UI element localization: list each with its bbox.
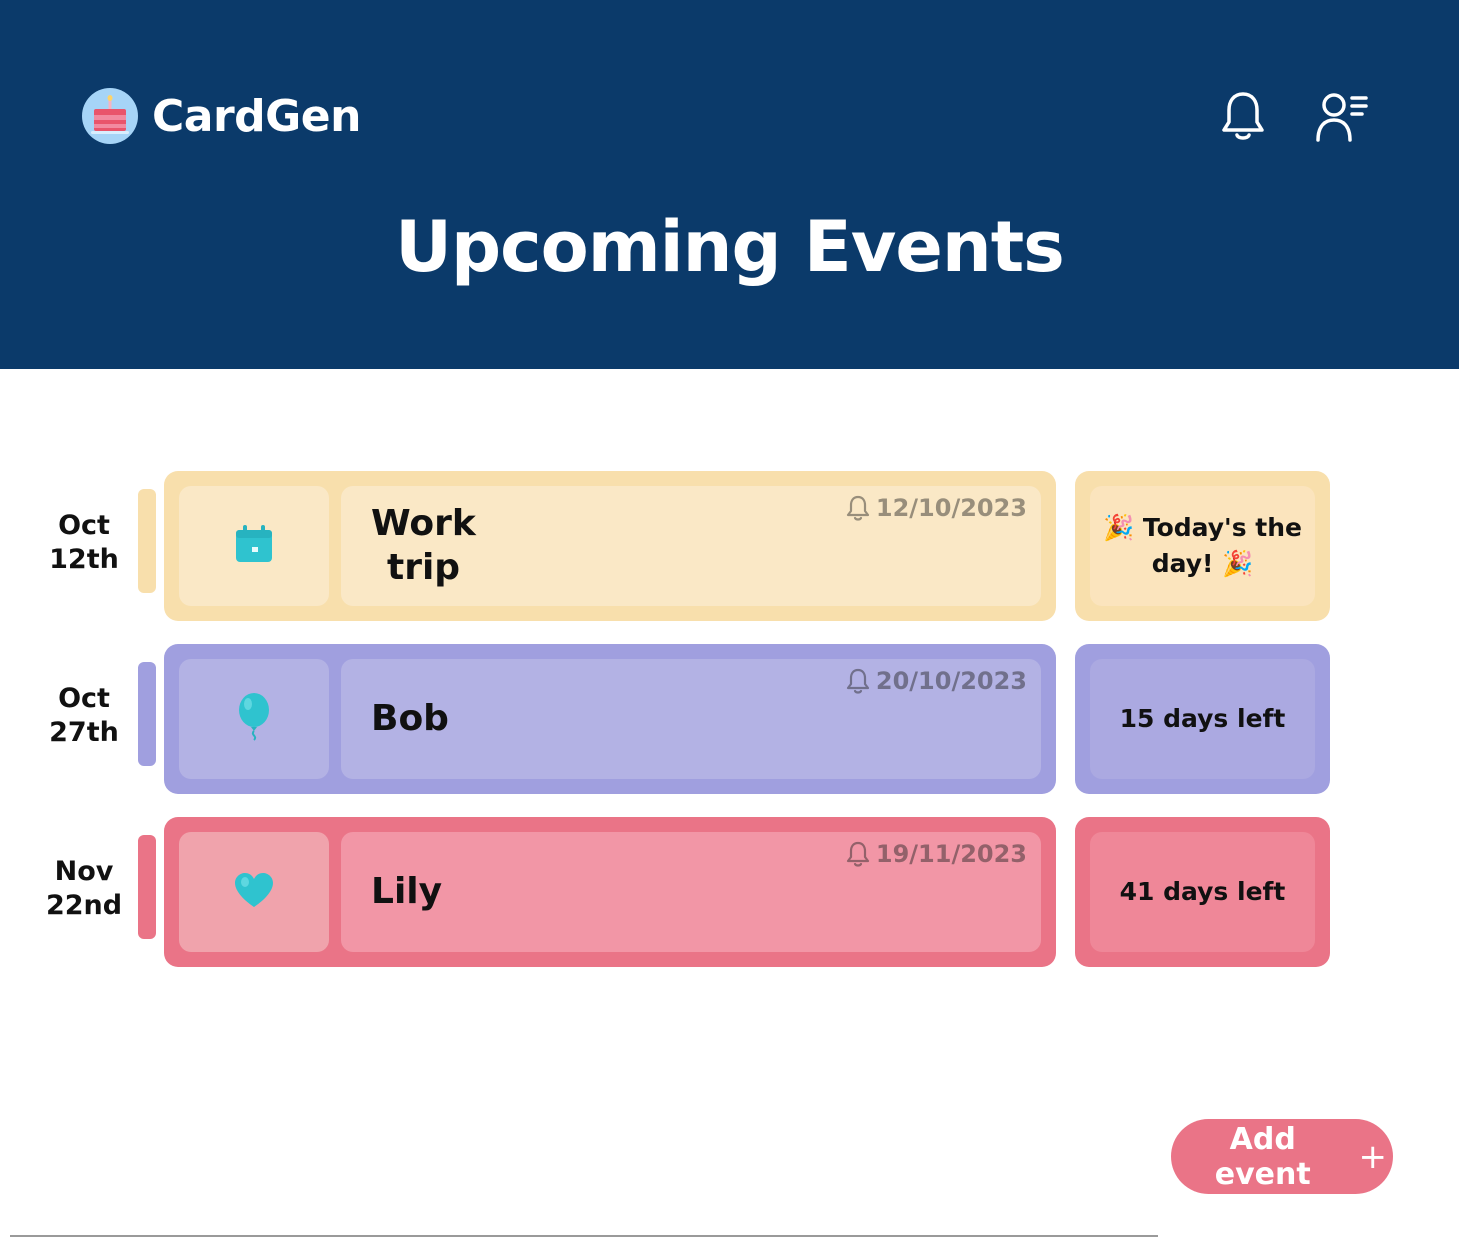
event-reminder-date: 19/11/2023 [875,840,1027,868]
event-row-work-trip: Oct 12th Work trip 12/10/2023 🎉 Today's … [0,471,1459,621]
event-icon-box [179,832,329,952]
event-icon-box [179,659,329,779]
event-card[interactable]: Bob 20/10/2023 [164,644,1056,794]
event-date-month: Nov [54,856,114,887]
event-color-stripe [138,662,156,766]
add-event-label: Add event [1214,1121,1311,1192]
event-reminder-date: 12/10/2023 [875,494,1027,522]
bell-icon [846,495,869,521]
event-reminder: 20/10/2023 [846,667,1027,695]
party-popper-icon: 🎉 [1102,513,1135,542]
event-name: Lily [371,871,443,912]
plus-icon: + [1358,1136,1388,1177]
event-color-stripe [138,835,156,939]
event-date: Nov 22nd [34,855,134,923]
event-date-day: 22nd [45,890,123,921]
countdown-label: 🎉 Today's the day! 🎉 [1090,486,1315,606]
event-date-month: Oct [58,510,110,541]
add-event-button[interactable]: Add event + [1171,1119,1393,1194]
event-row-bob: Oct 27th Bob 20/10/2023 15 days left [0,644,1459,794]
event-name-line: Work [371,503,476,544]
brand[interactable]: CardGen [82,88,361,144]
event-name-box: Work trip 12/10/2023 [341,486,1041,606]
event-name: Bob [371,698,449,739]
countdown-card: 41 days left [1075,817,1330,967]
balloon-icon [236,693,272,745]
event-name-line: trip [387,547,461,588]
page-title: Upcoming Events [395,206,1065,288]
event-name-box: Bob 20/10/2023 [341,659,1041,779]
event-icon-box [179,486,329,606]
party-popper-icon: 🎉 [1222,549,1254,578]
event-name-box: Lily 19/11/2023 [341,832,1041,952]
event-card[interactable]: Work trip 12/10/2023 [164,471,1056,621]
event-color-stripe [138,489,156,593]
bell-icon [846,668,869,694]
event-date: Oct 27th [34,682,134,750]
event-date-day: 27th [49,717,119,748]
user-menu-icon[interactable] [1314,88,1370,144]
bell-icon[interactable] [1215,88,1271,144]
event-reminder: 12/10/2023 [846,494,1027,522]
event-row-lily: Nov 22nd Lily 19/11/2023 41 days left [0,817,1459,967]
countdown-label: 41 days left [1090,832,1315,952]
countdown-card: 🎉 Today's the day! 🎉 [1075,471,1330,621]
event-reminder: 19/11/2023 [846,840,1027,868]
bell-icon [846,841,869,867]
event-date: Oct 12th [34,509,134,577]
event-date-month: Oct [58,683,110,714]
brand-name: CardGen [152,90,361,142]
heart-icon [234,872,274,912]
countdown-label: 15 days left [1090,659,1315,779]
event-reminder-date: 20/10/2023 [875,667,1027,695]
event-name: Work trip [371,502,476,590]
calendar-icon [235,525,273,567]
event-date-day: 12th [49,544,119,575]
cake-logo-icon [82,88,138,144]
event-card[interactable]: Lily 19/11/2023 [164,817,1056,967]
countdown-card: 15 days left [1075,644,1330,794]
app-header: CardGen Upcoming Events [0,0,1459,369]
